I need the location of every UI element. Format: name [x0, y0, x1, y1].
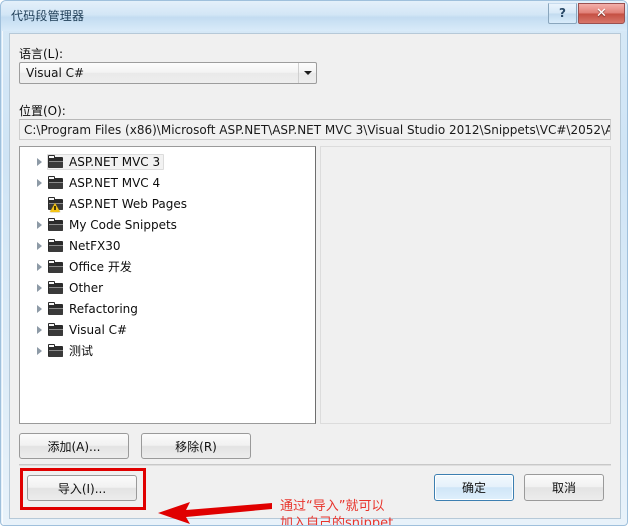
tree-item[interactable]: Office 开发: [20, 256, 315, 277]
expand-chevron-icon[interactable]: [32, 298, 47, 319]
tree-item[interactable]: ASP.NET MVC 3: [20, 151, 315, 172]
expand-chevron-icon[interactable]: [32, 319, 47, 340]
window-title: 代码段管理器: [11, 9, 85, 23]
tree-item-label: Other: [69, 280, 104, 295]
tree-item-content: Visual C#: [47, 322, 131, 338]
location-input[interactable]: C:\Program Files (x86)\Microsoft ASP.NET…: [19, 119, 611, 140]
tree-item-content: ASP.NET Web Pages: [47, 196, 191, 212]
snippet-folder-tree[interactable]: ASP.NET MVC 3 ASP.NET MVC 4 ASP.NET Web Pa…: [19, 146, 316, 424]
tree-item[interactable]: Refactoring: [20, 298, 315, 319]
tree-item-content: ASP.NET MVC 3: [47, 153, 165, 170]
import-button[interactable]: 导入(I)...: [27, 475, 137, 501]
tree-item-label: ASP.NET MVC 4: [69, 175, 161, 190]
tree-indent-spacer: [32, 193, 47, 214]
location-label: 位置(O):: [19, 104, 66, 118]
ok-button[interactable]: 确定: [434, 474, 514, 501]
tree-item-label: ASP.NET MVC 3: [69, 154, 161, 169]
folder-icon: [48, 238, 64, 253]
window-controls: ? ✕: [548, 3, 625, 24]
close-button[interactable]: ✕: [578, 3, 625, 24]
expand-chevron-icon[interactable]: [32, 151, 47, 172]
tree-item[interactable]: Visual C#: [20, 319, 315, 340]
tree-item-content: Office 开发: [47, 259, 136, 275]
tree-item-label: 测试: [69, 343, 94, 358]
tree-item-label: Office 开发: [69, 259, 132, 274]
folder-icon: [48, 175, 64, 190]
tree-item[interactable]: NetFX30: [20, 235, 315, 256]
tree-item-content: NetFX30: [47, 238, 124, 254]
tree-item[interactable]: My Code Snippets: [20, 214, 315, 235]
expand-chevron-icon[interactable]: [32, 214, 47, 235]
tree-item-content: 测试: [47, 343, 97, 359]
dialog-window: 代码段管理器 ? ✕ 语言(L): Visual C# 位置(O): C:\Pr…: [0, 0, 628, 526]
tree-item-label: My Code Snippets: [69, 217, 177, 232]
chevron-down-icon[interactable]: [298, 63, 316, 83]
cancel-button[interactable]: 取消: [524, 474, 604, 501]
add-button[interactable]: 添加(A)...: [19, 433, 129, 459]
location-input-value: C:\Program Files (x86)\Microsoft ASP.NET…: [24, 122, 611, 137]
tree-item-label: Refactoring: [69, 301, 138, 316]
expand-chevron-icon[interactable]: [32, 172, 47, 193]
tree-list: ASP.NET MVC 3 ASP.NET MVC 4 ASP.NET Web Pa…: [20, 147, 315, 361]
folder-icon: [48, 280, 64, 295]
tree-item[interactable]: 测试: [20, 340, 315, 361]
tree-item-content: Refactoring: [47, 301, 142, 317]
annotation-text: 通过“导入”就可以 加入自己的snippet: [280, 499, 394, 526]
language-combobox[interactable]: Visual C#: [19, 62, 317, 84]
expand-chevron-icon[interactable]: [32, 340, 47, 361]
language-label: 语言(L):: [19, 47, 64, 61]
folder-icon: [48, 322, 64, 337]
remove-button[interactable]: 移除(R): [141, 433, 251, 459]
folder-icon: [48, 301, 64, 316]
tree-item[interactable]: Other: [20, 277, 315, 298]
left-arrow-icon: [158, 502, 272, 524]
help-button[interactable]: ?: [548, 3, 577, 24]
close-x-icon: ✕: [596, 5, 607, 21]
footer-separator: [19, 464, 611, 466]
language-combobox-value: Visual C#: [26, 66, 85, 80]
tree-item-label: ASP.NET Web Pages: [69, 196, 187, 211]
question-mark-icon: ?: [559, 6, 566, 20]
tree-item-content: ASP.NET MVC 4: [47, 175, 164, 191]
folder-icon: [48, 217, 64, 232]
tree-item[interactable]: ASP.NET MVC 4: [20, 172, 315, 193]
dialog-client-area: 语言(L): Visual C# 位置(O): C:\Program Files…: [9, 33, 621, 525]
tree-item-content: Other: [47, 280, 107, 296]
folder-icon: [48, 154, 64, 169]
expand-chevron-icon[interactable]: [32, 256, 47, 277]
folder-icon: [48, 259, 64, 274]
tree-item-label: Visual C#: [69, 322, 128, 337]
expand-chevron-icon[interactable]: [32, 235, 47, 256]
expand-chevron-icon[interactable]: [32, 277, 47, 298]
tree-item-label: NetFX30: [69, 238, 121, 253]
tree-item-content: My Code Snippets: [47, 217, 181, 233]
folder-icon: [48, 343, 64, 358]
folder-warning-icon: [48, 196, 64, 212]
snippet-detail-panel: [320, 146, 611, 424]
tree-item[interactable]: ASP.NET Web Pages: [20, 193, 315, 214]
title-bar[interactable]: 代码段管理器 ? ✕: [1, 1, 627, 31]
